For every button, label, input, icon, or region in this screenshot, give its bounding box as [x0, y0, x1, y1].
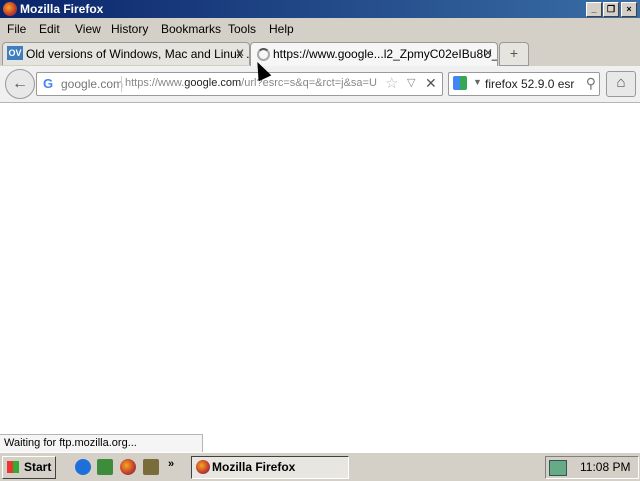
tab-strip: OV Old versions of Windows, Mac and Linu… — [0, 40, 640, 67]
more-quicklaunch-icon[interactable]: » — [168, 458, 174, 470]
taskbar-firefox-button[interactable]: Mozilla Firefox — [191, 456, 349, 479]
system-tray: 11:08 PM — [545, 456, 639, 479]
tab-label: Old versions of Windows, Mac and Linux .… — [26, 47, 250, 61]
restore-button[interactable]: ❐ — [603, 2, 619, 17]
close-window-button[interactable]: × — [621, 2, 637, 17]
start-button[interactable]: Start — [2, 456, 56, 479]
firefox-icon — [3, 2, 17, 16]
tab-old-versions[interactable]: OV Old versions of Windows, Mac and Linu… — [2, 42, 250, 65]
menu-file[interactable]: File — [7, 22, 26, 36]
window-title: Mozilla Firefox — [20, 2, 104, 16]
firefox-quicklaunch-icon[interactable] — [120, 459, 136, 475]
google-g-icon: G — [43, 76, 54, 91]
title-bar: Mozilla Firefox _ ❐ × — [0, 0, 640, 18]
bookmark-star-icon[interactable]: ☆ — [385, 74, 398, 92]
stop-icon[interactable]: ✕ — [425, 75, 437, 92]
show-desktop-icon[interactable] — [97, 459, 113, 475]
search-bar[interactable]: ▼ firefox 52.9.0 esr ⚲ — [448, 72, 600, 96]
app-quicklaunch-icon[interactable] — [143, 459, 159, 475]
minimize-button[interactable]: _ — [586, 2, 602, 17]
firefox-icon — [196, 460, 210, 474]
menu-view[interactable]: View — [75, 22, 101, 36]
taskbar: Start » Mozilla Firefox 11:08 PM — [0, 452, 640, 481]
menu-help[interactable]: Help — [269, 22, 294, 36]
close-tab-icon[interactable]: ✕ — [483, 46, 493, 60]
internet-explorer-icon[interactable] — [75, 459, 91, 475]
back-button[interactable]: ← — [5, 69, 35, 99]
ov-site-icon: OV — [7, 46, 23, 60]
tab-label: https://www.google...l2_ZpmyC02eIBu8U_ — [273, 47, 498, 61]
menu-edit[interactable]: Edit — [39, 22, 60, 36]
search-engine-dropdown-icon[interactable]: ▼ — [473, 77, 482, 87]
windows-logo-icon — [7, 461, 19, 473]
url-separator — [121, 76, 122, 92]
page-content[interactable] — [0, 103, 640, 451]
navigation-bar: ← G google.com https://www.google.com/ur… — [0, 66, 640, 103]
clock[interactable]: 11:08 PM — [580, 460, 630, 474]
home-button[interactable]: ⌂ — [606, 71, 636, 97]
status-panel: Waiting for ftp.mozilla.org... — [0, 434, 203, 453]
url-bar[interactable]: G google.com https://www.google.com/url?… — [36, 72, 443, 96]
new-tab-button[interactable]: + — [499, 42, 529, 66]
search-query[interactable]: firefox 52.9.0 esr — [485, 77, 574, 91]
site-identity[interactable]: google.com — [61, 77, 123, 91]
menu-bookmarks[interactable]: Bookmarks — [161, 22, 221, 36]
menu-bar: File Edit View History Bookmarks Tools H… — [0, 18, 640, 41]
google-search-engine-icon[interactable] — [453, 76, 467, 90]
menu-tools[interactable]: Tools — [228, 22, 256, 36]
tab-google-active[interactable]: https://www.google...l2_ZpmyC02eIBu8U_ ✕ — [250, 42, 498, 67]
history-dropdown-icon[interactable]: ▽ — [407, 76, 415, 89]
close-tab-icon[interactable]: ✕ — [235, 46, 245, 60]
network-icon[interactable] — [549, 460, 567, 476]
url-text[interactable]: https://www.google.com/url?esrc=s&q=&rct… — [125, 77, 381, 89]
menu-history[interactable]: History — [111, 22, 148, 36]
search-magnifier-icon[interactable]: ⚲ — [586, 75, 596, 92]
